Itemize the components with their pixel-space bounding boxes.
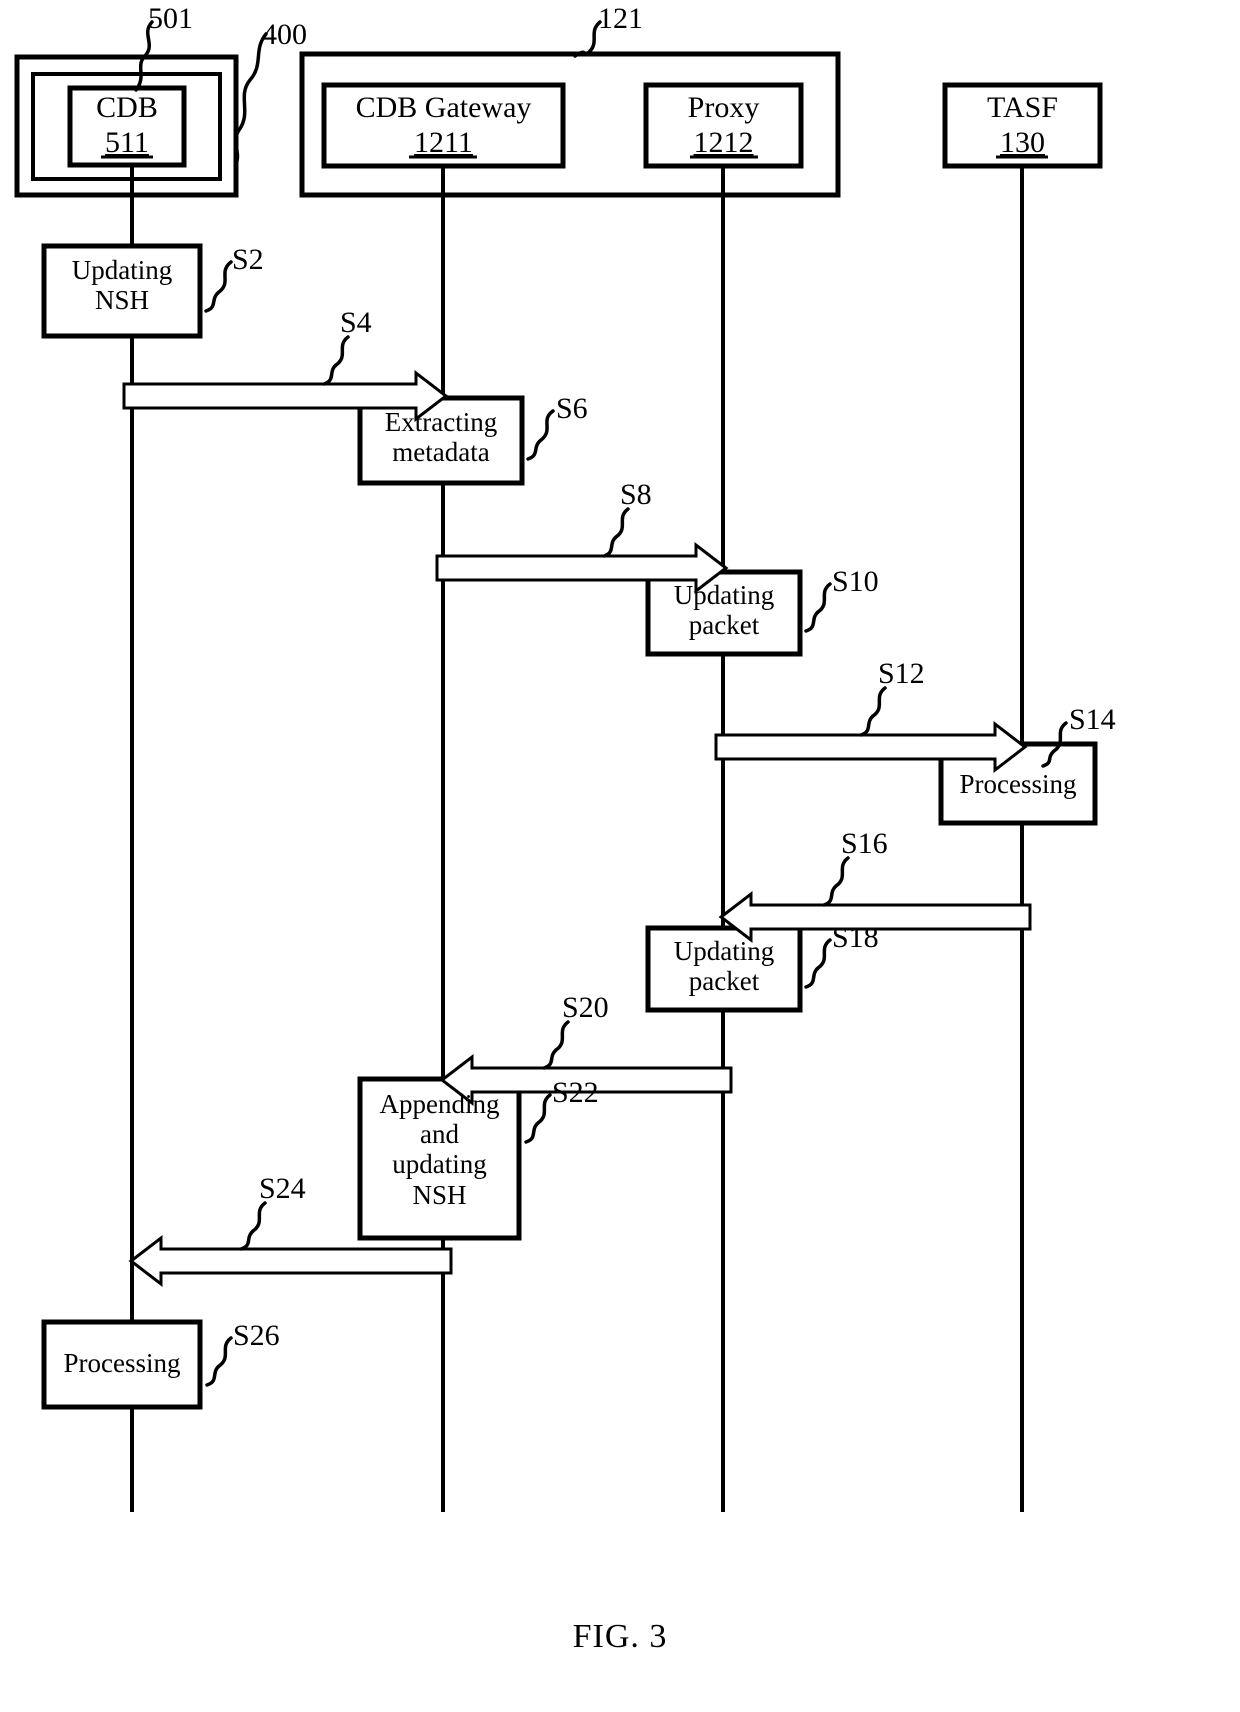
message-arrow-s24[interactable] xyxy=(128,1234,453,1288)
leader-s22 xyxy=(524,1093,552,1144)
leader-400 xyxy=(234,32,268,166)
leader-s4 xyxy=(322,335,350,386)
figure-canvas: 501 400 121 CDB 511 CDB Gateway 1211 Pro… xyxy=(0,0,1240,1712)
node-box-cdb[interactable] xyxy=(67,85,187,168)
process-box-s10[interactable] xyxy=(645,569,803,657)
leader-s10 xyxy=(804,582,832,633)
leader-s12 xyxy=(859,686,887,737)
leader-121 xyxy=(573,20,602,58)
process-box-s26[interactable] xyxy=(41,1319,203,1410)
sequence-diagram-svg xyxy=(14,20,1103,1512)
process-box-s2[interactable] xyxy=(41,243,203,339)
process-box-s22[interactable] xyxy=(357,1076,522,1241)
process-box-s18[interactable] xyxy=(645,925,803,1013)
leader-s18 xyxy=(804,938,832,989)
leader-s20 xyxy=(542,1020,570,1070)
leader-s2 xyxy=(204,260,233,313)
leader-s26 xyxy=(205,1336,233,1387)
leader-s6 xyxy=(526,409,555,461)
leader-s24 xyxy=(239,1201,267,1251)
node-box-gateway[interactable] xyxy=(321,82,566,169)
node-box-tasf[interactable] xyxy=(942,82,1103,169)
process-box-s6[interactable] xyxy=(357,395,525,486)
leader-s8 xyxy=(602,507,630,558)
leader-s16 xyxy=(822,856,850,907)
node-box-proxy[interactable] xyxy=(643,82,804,169)
